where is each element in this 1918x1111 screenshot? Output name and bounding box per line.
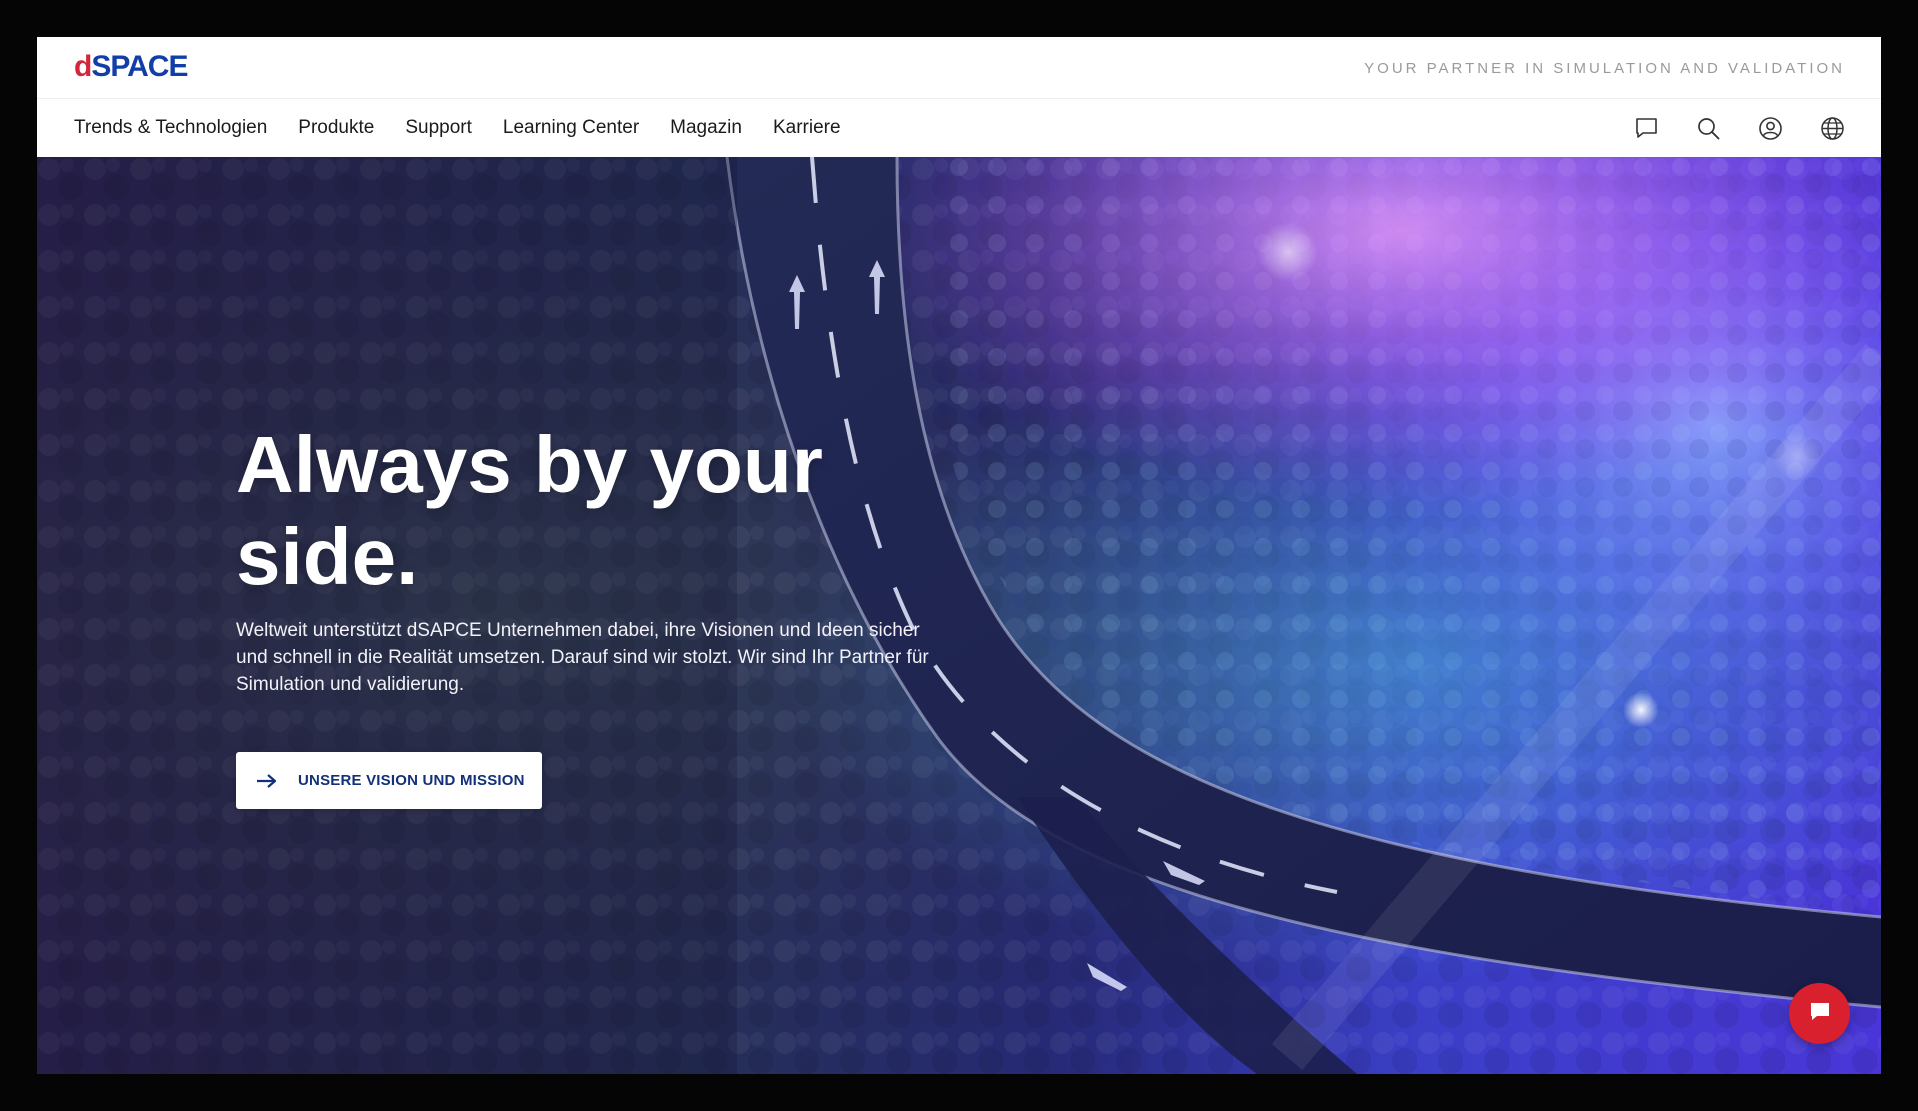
logo-prefix: d xyxy=(74,50,92,83)
hero-section: Always by your side. Weltweit unterstütz… xyxy=(37,157,1881,1074)
top-header: dSPACE YOUR PARTNER IN SIMULATION AND VA… xyxy=(37,37,1881,99)
nav-item-support[interactable]: Support xyxy=(405,117,472,139)
nav-item-produkte[interactable]: Produkte xyxy=(298,117,374,139)
chat-icon xyxy=(1807,998,1833,1029)
search-icon[interactable] xyxy=(1696,116,1721,141)
logo-main: SPACE xyxy=(91,50,188,83)
nav-item-trends-technologien[interactable]: Trends & Technologien xyxy=(74,117,267,139)
nav-item-karriere[interactable]: Karriere xyxy=(773,117,841,139)
nav-item-learning-center[interactable]: Learning Center xyxy=(503,117,639,139)
hero-background-image xyxy=(37,157,1881,1074)
dspace-logo[interactable]: dSPACE xyxy=(74,50,188,83)
nav-icon-group xyxy=(1634,99,1845,157)
chat-bubble-icon[interactable] xyxy=(1634,116,1659,141)
vision-mission-button-label: UNSERE VISION UND MISSION xyxy=(298,772,525,789)
globe-icon[interactable] xyxy=(1820,116,1845,141)
browser-viewport: dSPACE YOUR PARTNER IN SIMULATION AND VA… xyxy=(37,37,1881,1074)
user-account-icon[interactable] xyxy=(1758,116,1783,141)
main-navigation: Trends & Technologien Produkte Support L… xyxy=(37,99,1881,157)
nav-item-magazin[interactable]: Magazin xyxy=(670,117,742,139)
vision-mission-button[interactable]: UNSERE VISION UND MISSION xyxy=(236,752,542,809)
chat-fab-button[interactable] xyxy=(1789,983,1850,1044)
hero-title: Always by your side. xyxy=(236,420,823,601)
hero-description: Weltweit unterstützt dSAPCE Unternehmen … xyxy=(236,620,929,695)
nav-menu: Trends & Technologien Produkte Support L… xyxy=(74,99,872,157)
tagline: YOUR PARTNER IN SIMULATION AND VALIDATIO… xyxy=(1364,60,1845,77)
arrow-right-icon xyxy=(256,773,278,789)
